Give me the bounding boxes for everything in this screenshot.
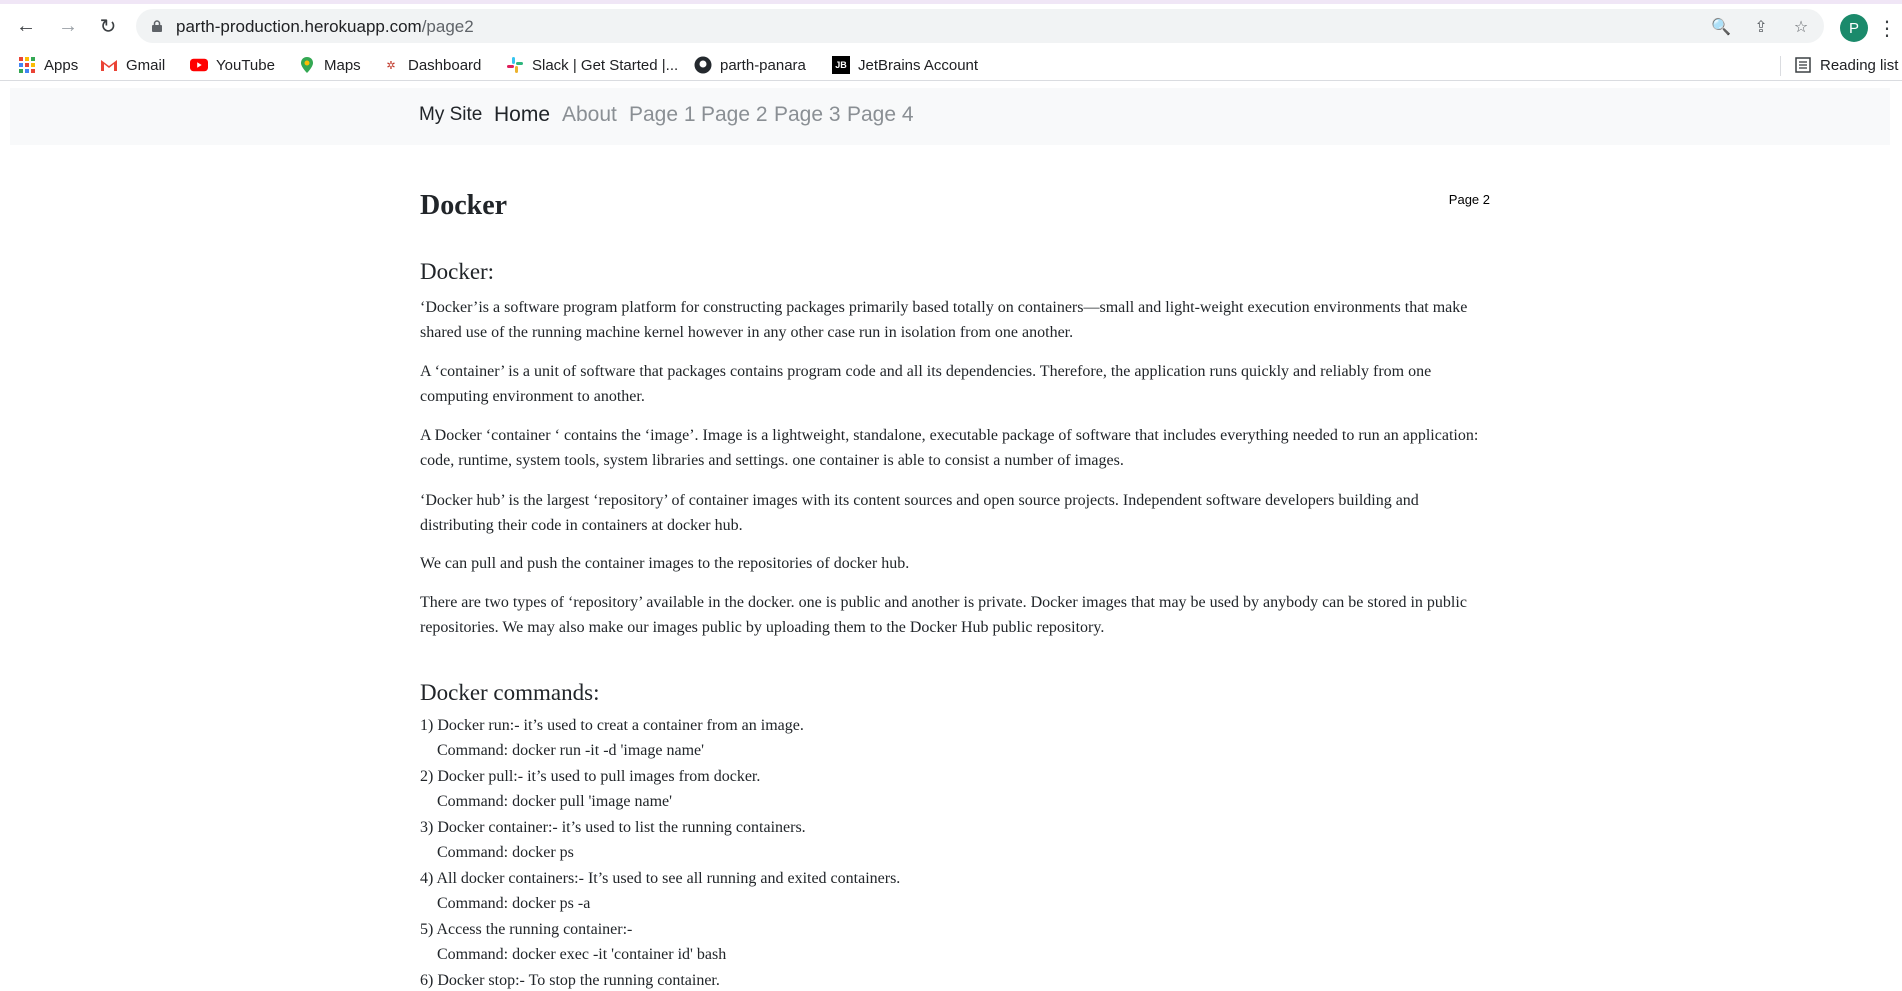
- bookmark-gmail[interactable]: Gmail: [100, 54, 165, 76]
- url-path: /page2: [421, 17, 474, 36]
- back-arrow-icon[interactable]: ←: [12, 12, 40, 40]
- bookmark-label: Slack | Get Started |...: [532, 56, 679, 74]
- slack-icon: [506, 56, 524, 74]
- command-item: 5) Access the running container:-: [420, 921, 633, 938]
- bookmark-star-icon[interactable]: ☆: [1790, 16, 1812, 38]
- command-item: 3) Docker container:- it’s used to list …: [420, 819, 806, 836]
- bookmarks-bar: Apps Gmail YouTube Maps ✲ Dashboard Slac…: [0, 48, 1902, 81]
- command-item: 1) Docker run:- it’s used to creat a con…: [420, 717, 804, 734]
- reload-icon[interactable]: ↻: [94, 12, 122, 40]
- bookmark-github[interactable]: parth-panara: [694, 54, 806, 76]
- bookmark-jetbrains[interactable]: JB JetBrains Account: [832, 54, 978, 76]
- bookmark-label: Apps: [44, 56, 79, 74]
- reading-list-icon: [1794, 56, 1812, 74]
- github-icon: [694, 56, 712, 74]
- lock-icon: [152, 20, 162, 32]
- bookmarks-divider: [1780, 56, 1781, 76]
- nav-link-page-2[interactable]: Page 2: [701, 103, 768, 127]
- apps-grid-icon: [18, 56, 36, 74]
- gmail-icon: [100, 56, 118, 74]
- browser-toolbar: ← → ↻ parth-production.herokuapp.com/pag…: [0, 4, 1902, 48]
- browser-menu-icon[interactable]: ⋮: [1877, 14, 1897, 42]
- command-text: Command: docker exec -it 'container id' …: [437, 946, 727, 963]
- bookmark-maps[interactable]: Maps: [298, 54, 361, 76]
- bookmark-label: Gmail: [126, 56, 166, 74]
- forward-arrow-icon[interactable]: →: [54, 12, 82, 40]
- bookmark-slack[interactable]: Slack | Get Started |...: [506, 54, 678, 76]
- site-brand[interactable]: My Site: [419, 104, 482, 126]
- nav-link-about[interactable]: About: [562, 103, 617, 127]
- command-text: Command: docker pull 'image name': [437, 793, 673, 810]
- paragraph: There are two types of ‘repository’ avai…: [420, 594, 1467, 636]
- bookmark-label: JetBrains Account: [858, 56, 979, 74]
- paragraph: We can pull and push the container image…: [420, 555, 910, 572]
- section-heading-docker: Docker:: [420, 259, 495, 284]
- url-host: parth-production.herokuapp.com: [176, 17, 422, 36]
- section-heading-commands: Docker commands:: [420, 680, 600, 705]
- paragraph: A ‘container’ is a unit of software that…: [420, 363, 1432, 405]
- address-bar[interactable]: parth-production.herokuapp.com/page2 🔍 ⇪…: [136, 9, 1824, 43]
- reading-list-label: Reading list: [1820, 56, 1899, 74]
- bookmark-dashboard[interactable]: ✲ Dashboard: [382, 54, 481, 76]
- reading-list-button[interactable]: Reading list: [1794, 54, 1898, 76]
- command-item: 4) All docker containers:- It’s used to …: [420, 870, 901, 887]
- bookmark-label: Dashboard: [408, 56, 482, 74]
- nav-link-page-4[interactable]: Page 4: [847, 103, 914, 127]
- site-navbar: My Site Home About Page 1 Page 2 Page 3 …: [10, 88, 1890, 145]
- command-text: Command: docker ps: [437, 844, 574, 861]
- nav-link-page-3[interactable]: Page 3: [774, 103, 841, 127]
- jetbrains-icon: JB: [832, 56, 850, 74]
- command-text: Command: docker ps -a: [437, 895, 591, 912]
- bookmark-label: Maps: [324, 56, 361, 74]
- profile-avatar[interactable]: P: [1840, 14, 1868, 42]
- command-item: 2) Docker pull:- it’s used to pull image…: [420, 768, 761, 785]
- url-text[interactable]: parth-production.herokuapp.com/page2: [176, 17, 474, 37]
- nav-link-page-1[interactable]: Page 1: [629, 103, 696, 127]
- command-text: Command: docker run -it -d 'image name': [437, 742, 705, 759]
- paragraph: ‘Docker hub’ is the largest ‘repository’…: [420, 492, 1419, 534]
- page-tag: Page 2: [1448, 192, 1490, 207]
- bookmark-label: parth-panara: [720, 56, 806, 74]
- maps-icon: [298, 56, 316, 74]
- bookmark-apps[interactable]: Apps: [18, 54, 78, 76]
- bookmark-label: YouTube: [216, 56, 275, 74]
- zoom-icon[interactable]: 🔍: [1710, 16, 1732, 38]
- paragraph: A Docker ‘container ‘ contains the ‘imag…: [420, 427, 1479, 469]
- paragraph: ‘Docker’is a software program platform f…: [420, 299, 1468, 341]
- youtube-icon: [190, 56, 208, 74]
- command-item: 6) Docker stop:- To stop the running con…: [420, 972, 720, 989]
- dashboard-icon: ✲: [386, 59, 396, 72]
- page-title: Docker: [420, 190, 508, 221]
- nav-link-home[interactable]: Home: [494, 103, 550, 127]
- share-icon[interactable]: ⇪: [1750, 16, 1772, 38]
- bookmark-youtube[interactable]: YouTube: [190, 54, 275, 76]
